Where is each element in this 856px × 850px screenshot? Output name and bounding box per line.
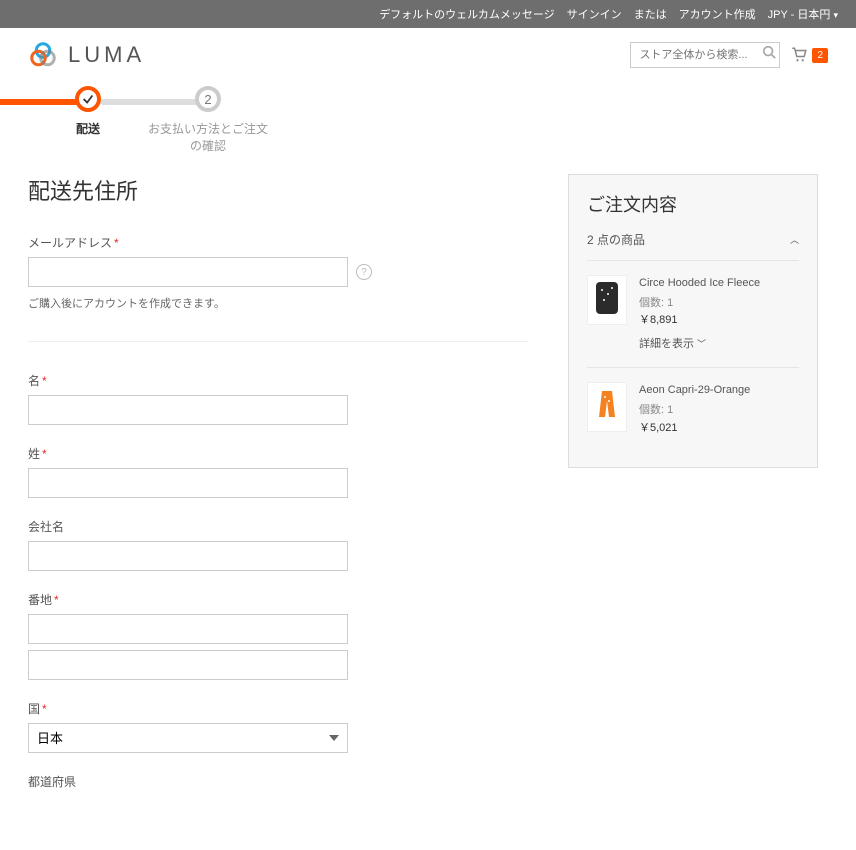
header: LUMA 2 [0,28,856,76]
search-box [630,42,780,68]
summary-heading: ご注文内容 [587,191,799,217]
item-name: Aeon Capri-29-Orange [639,382,750,400]
order-summary: ご注文内容 2 点の商品 ︿ Circe Hooded Ice Fleece 個… [568,174,818,468]
details-toggle[interactable]: 詳細を表示 ﹀ [639,336,706,354]
email-label: メールアドレス* [28,234,528,251]
help-icon[interactable]: ? [356,264,372,280]
currency-switcher[interactable]: JPY - 日本円 ▾ [768,6,838,22]
search-input[interactable] [630,42,780,68]
signin-link[interactable]: サインイン [567,6,622,22]
country-select[interactable]: 日本 [28,723,348,753]
items-count-label: 2 点の商品 [587,231,645,248]
step-shipping: 配送 [28,86,148,137]
step-shipping-label: 配送 [76,120,100,137]
logo[interactable]: LUMA [28,40,145,70]
item-price: ￥5,021 [639,420,750,438]
cart-count-badge: 2 [812,48,828,63]
street-label: 番地* [28,591,528,608]
street-field-2[interactable] [28,650,348,680]
item-name: Circe Hooded Ice Fleece [639,275,760,293]
cart-item: Aeon Capri-29-Orange 個数: 1 ￥5,021 [587,367,799,451]
company-label: 会社名 [28,518,528,535]
item-qty: 個数: 1 [639,295,760,313]
page-title: 配送先住所 [28,174,528,206]
firstname-label: 名* [28,372,528,389]
divider [28,341,528,342]
cart-button[interactable]: 2 [790,46,828,64]
company-field[interactable] [28,541,348,571]
shipping-form: 配送先住所 メールアドレス* ? ご購入後にアカウントを作成できます。 名* 姓… [28,174,528,810]
or-text: または [634,6,667,22]
top-bar: デフォルトのウェルカムメッセージ サインイン または アカウント作成 JPY -… [0,0,856,28]
items-toggle[interactable]: 2 点の商品 ︿ [587,231,799,248]
lastname-field[interactable] [28,468,348,498]
item-qty: 個数: 1 [639,402,750,420]
create-account-link[interactable]: アカウント作成 [679,6,756,22]
cart-icon [790,46,808,64]
email-note: ご購入後にアカウントを作成できます。 [28,295,528,311]
welcome-message: デフォルトのウェルカムメッセージ [379,6,554,22]
checkout-progress: 配送 2 お支払い方法とご注文の確認 [0,76,856,174]
item-price: ￥8,891 [639,312,760,330]
step-payment-num: 2 [195,86,221,112]
country-label: 国* [28,700,528,717]
region-label: 都道府県 [28,773,528,790]
email-field[interactable] [28,257,348,287]
chevron-down-icon: ﹀ [697,337,706,351]
search-icon[interactable] [762,45,776,59]
product-image [587,382,627,432]
step-payment-label: お支払い方法とご注文の確認 [148,120,268,154]
cart-item: Circe Hooded Ice Fleece 個数: 1 ￥8,891 詳細を… [587,260,799,367]
step-payment: 2 お支払い方法とご注文の確認 [148,86,268,154]
street-field-1[interactable] [28,614,348,644]
lastname-label: 姓* [28,445,528,462]
chevron-up-icon: ︿ [790,233,799,246]
logo-text: LUMA [68,42,145,68]
checkmark-icon [75,86,101,112]
product-image [587,275,627,325]
logo-icon [28,40,58,70]
firstname-field[interactable] [28,395,348,425]
